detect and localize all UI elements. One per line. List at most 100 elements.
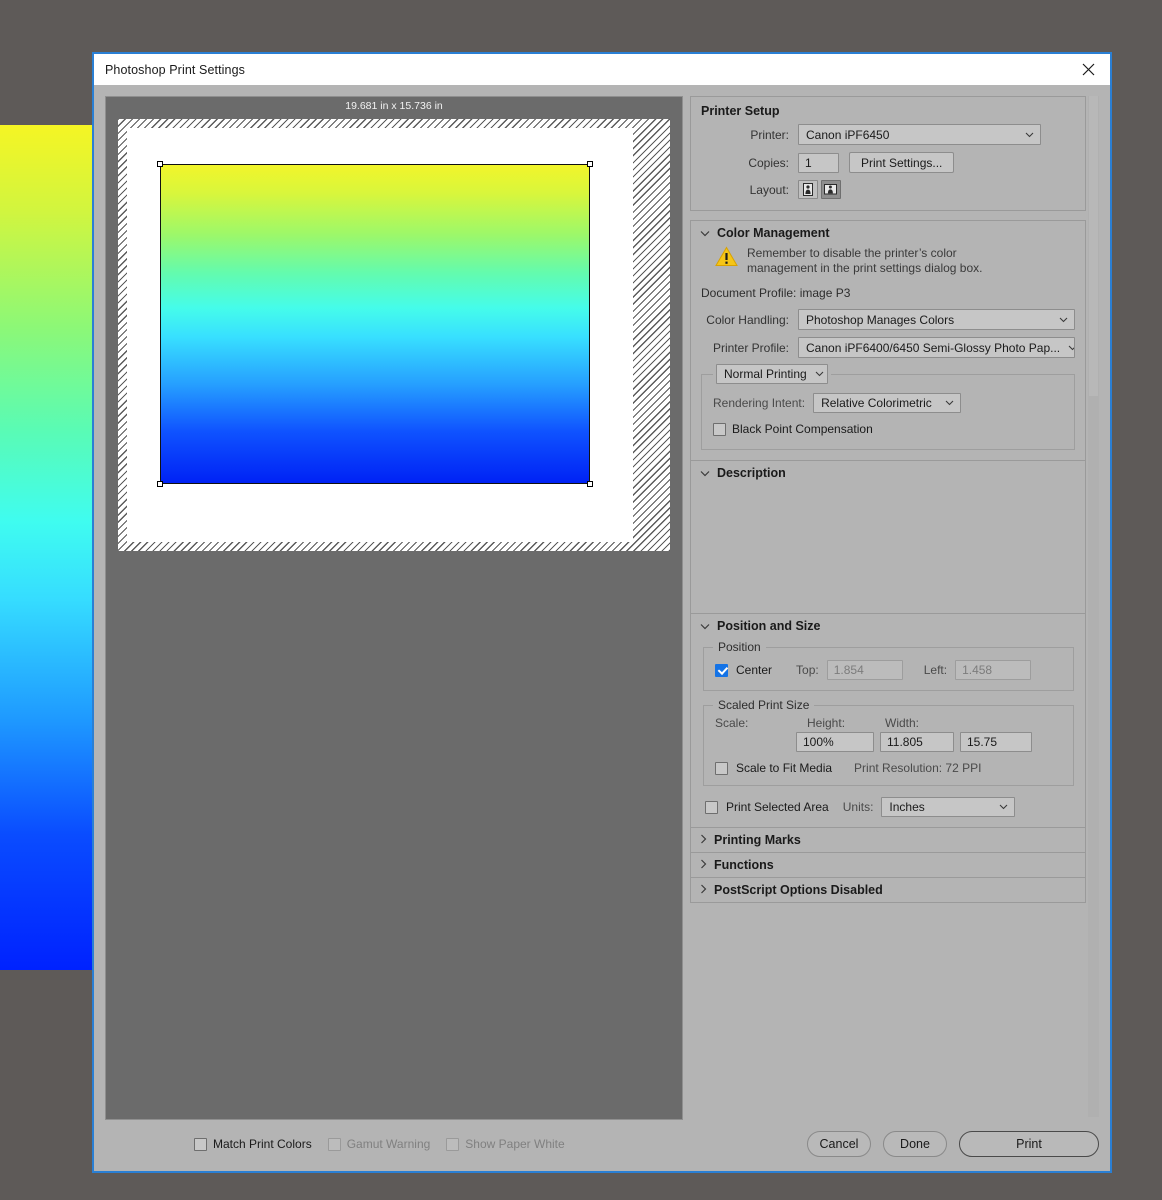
show-paper-white-row: Show Paper White (446, 1137, 565, 1151)
printer-setup-panel: Printer Setup Printer: Canon iPF6450 Cop… (690, 96, 1086, 211)
resize-handle-bottom-right[interactable] (587, 481, 593, 487)
description-body[interactable] (691, 485, 1085, 613)
printer-row: Printer: Canon iPF6450 (701, 124, 1075, 145)
width-input[interactable]: 15.75 (960, 732, 1032, 752)
done-button[interactable]: Done (883, 1131, 947, 1157)
done-button-label: Done (900, 1137, 930, 1151)
black-point-compensation-label: Black Point Compensation (732, 422, 873, 436)
postscript-options-header[interactable]: PostScript Options Disabled (691, 878, 1085, 902)
scale-label: Scale: (715, 716, 749, 730)
settings-column: Printer Setup Printer: Canon iPF6450 Cop… (683, 85, 1110, 1117)
position-group: Position Center Top: 1.854 Left: 1.458 (703, 640, 1074, 691)
printer-profile-select[interactable]: Canon iPF6400/6450 Semi-Glossy Photo Pap… (798, 337, 1075, 358)
rendering-intent-row: Rendering Intent: Relative Colorimetric (713, 393, 1063, 413)
units-label: Units: (842, 800, 874, 814)
position-and-size-header[interactable]: Position and Size (691, 614, 1085, 638)
black-point-compensation-checkbox[interactable] (713, 422, 726, 436)
print-button-label: Print (1016, 1137, 1042, 1151)
dialog-titlebar: Photoshop Print Settings (94, 54, 1110, 85)
resize-handle-top-right[interactable] (587, 161, 593, 167)
postscript-options-title: PostScript Options Disabled (714, 883, 883, 897)
match-print-colors-row[interactable]: Match Print Colors (194, 1137, 312, 1151)
printer-setup-title: Printer Setup (701, 104, 780, 118)
chevron-down-icon (937, 400, 954, 406)
chevron-down-icon (1060, 345, 1074, 351)
dialog-title: Photoshop Print Settings (105, 62, 245, 77)
print-resolution-text: Print Resolution: 72 PPI (854, 761, 982, 775)
close-button[interactable] (1066, 54, 1110, 85)
units-value: Inches (889, 800, 925, 814)
print-selected-area-checkbox[interactable] (705, 800, 718, 814)
description-panel: Description (690, 460, 1086, 613)
orientation-landscape-icon[interactable] (821, 180, 841, 199)
preview-column: 19.681 in x 15.736 in (94, 85, 683, 1120)
scale-to-fit-media-checkbox[interactable] (715, 761, 728, 775)
print-mode-select[interactable]: Normal Printing (716, 364, 828, 384)
color-handling-select[interactable]: Photoshop Manages Colors (798, 309, 1075, 330)
height-input[interactable]: 11.805 (880, 732, 954, 752)
chevron-down-icon (1051, 317, 1068, 323)
print-mode-value: Normal Printing (724, 367, 807, 381)
gamut-warning-checkbox (327, 1137, 341, 1151)
description-title: Description (717, 466, 786, 480)
placed-image-gradient[interactable] (157, 161, 593, 487)
scale-value: 100% (803, 735, 834, 749)
printer-label: Printer: (750, 127, 789, 142)
left-input[interactable]: 1.458 (955, 660, 1032, 680)
color-management-title: Color Management (717, 226, 830, 240)
resize-handle-top-left[interactable] (157, 161, 163, 167)
cancel-button[interactable]: Cancel (807, 1131, 871, 1157)
functions-header[interactable]: Functions (691, 853, 1085, 877)
layout-row: Layout: (701, 180, 1075, 199)
units-select[interactable]: Inches (881, 797, 1016, 817)
layout-label: Layout: (749, 182, 789, 197)
top-value: 1.854 (833, 663, 864, 677)
scale-to-fit-row: Scale to Fit Media Print Resolution: 72 … (715, 761, 1062, 775)
scrollbar-thumb[interactable] (1089, 96, 1098, 396)
chevron-right-icon (700, 883, 707, 897)
color-management-panel: Color Management Remember to disable the… (690, 220, 1086, 460)
left-label: Left: (923, 663, 948, 677)
print-preview-pane[interactable]: 19.681 in x 15.736 in (105, 96, 683, 1120)
scaled-print-size-group: Scaled Print Size Scale: Height: Width: … (703, 698, 1074, 786)
print-settings-dialog: Photoshop Print Settings 19.681 in x 15.… (92, 52, 1112, 1173)
color-handling-row: Color Handling: Photoshop Manages Colors (701, 309, 1075, 330)
left-value: 1.458 (962, 663, 993, 677)
warning-triangle-icon (715, 246, 738, 270)
match-print-colors-label: Match Print Colors (213, 1137, 312, 1151)
settings-scrollbar[interactable] (1088, 96, 1099, 1117)
document-profile-text: Document Profile: image P3 (701, 286, 851, 300)
printer-select[interactable]: Canon iPF6450 (798, 124, 1041, 145)
description-header[interactable]: Description (691, 461, 1085, 485)
dialog-footer: Match Print Colors Gamut Warning Show Pa… (94, 1117, 1110, 1171)
rendering-intent-select[interactable]: Relative Colorimetric (813, 393, 962, 413)
black-point-compensation-row[interactable]: Black Point Compensation (713, 422, 1063, 436)
scale-input[interactable]: 100% (796, 732, 874, 752)
chevron-down-icon (991, 804, 1008, 810)
position-and-size-title: Position and Size (717, 619, 821, 633)
print-button[interactable]: Print (959, 1131, 1099, 1157)
color-handling-value: Photoshop Manages Colors (806, 312, 955, 327)
copies-value: 1 (805, 155, 812, 170)
color-management-header[interactable]: Color Management (691, 221, 1085, 245)
printing-marks-header[interactable]: Printing Marks (691, 828, 1085, 852)
postscript-options-panel: PostScript Options Disabled (690, 877, 1086, 903)
height-label: Height: (807, 716, 846, 730)
chevron-right-icon (700, 858, 707, 872)
print-settings-button[interactable]: Print Settings... (849, 152, 955, 173)
print-settings-button-label: Print Settings... (861, 155, 943, 170)
top-input[interactable]: 1.854 (826, 660, 903, 680)
show-paper-white-label: Show Paper White (465, 1137, 565, 1151)
gamut-warning-row: Gamut Warning (327, 1137, 431, 1151)
resize-handle-bottom-left[interactable] (157, 481, 163, 487)
preview-options-row: Match Print Colors Gamut Warning Show Pa… (94, 1119, 683, 1169)
printing-marks-title: Printing Marks (714, 833, 801, 847)
center-checkbox[interactable] (715, 663, 728, 677)
orientation-portrait-icon[interactable] (798, 180, 818, 199)
height-value: 11.805 (887, 735, 923, 749)
chevron-down-icon (700, 226, 710, 240)
gamut-warning-label: Gamut Warning (346, 1137, 431, 1151)
match-print-colors-checkbox[interactable] (194, 1137, 207, 1151)
rendering-intent-label: Rendering Intent: (713, 396, 806, 410)
copies-input[interactable]: 1 (798, 152, 839, 173)
